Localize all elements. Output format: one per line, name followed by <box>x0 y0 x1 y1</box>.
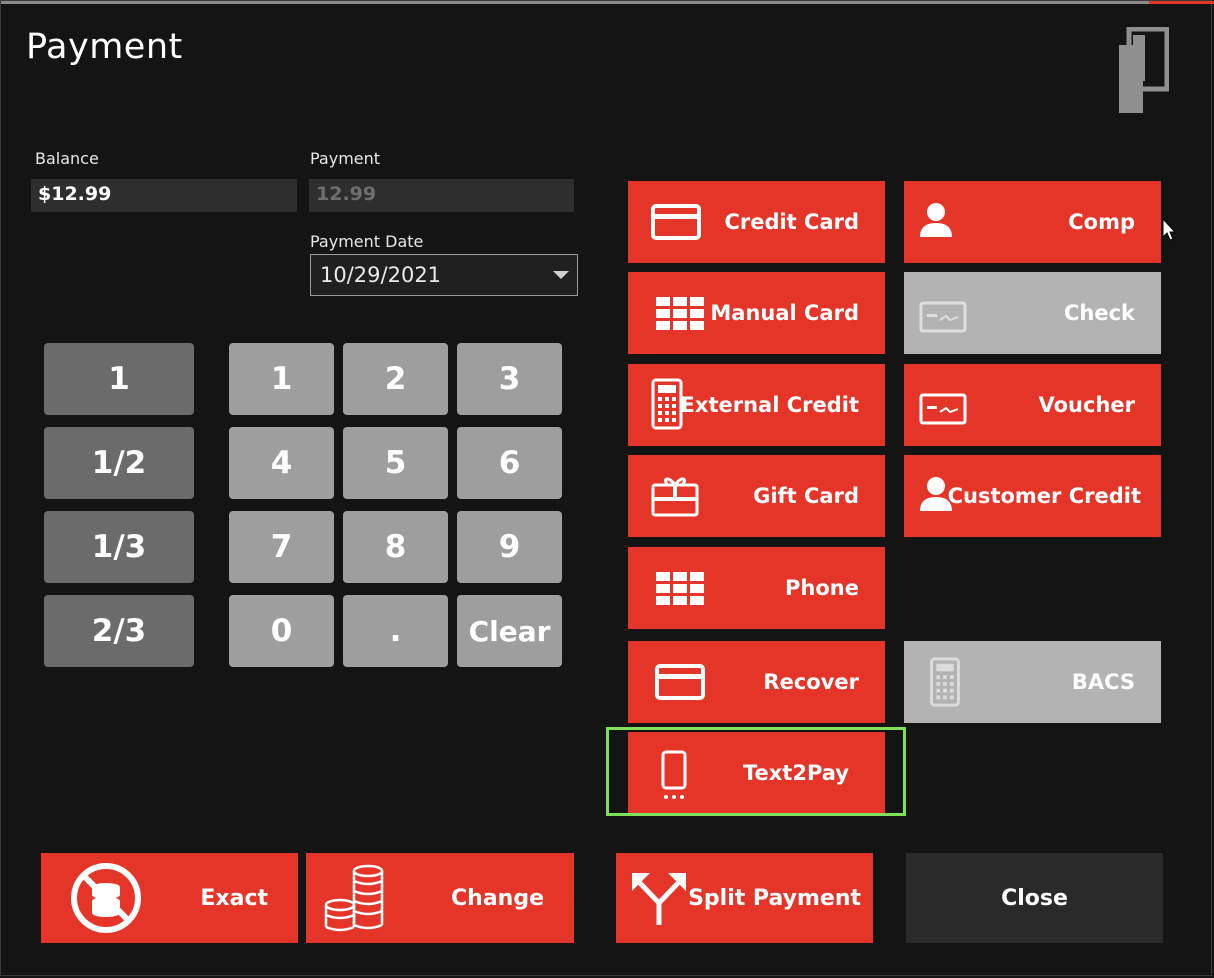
split-payment-label: Split Payment <box>688 885 861 911</box>
exact-button[interactable]: Exact <box>41 853 298 943</box>
mobile-phone-icon <box>661 750 687 799</box>
split-arrow-icon <box>632 873 686 925</box>
change-label: Change <box>451 885 544 911</box>
fraction-key-1[interactable]: 1 <box>44 343 194 415</box>
calculator-icon <box>651 378 683 430</box>
customer-credit-label: Customer Credit <box>947 484 1141 508</box>
fraction-key-two-thirds[interactable]: 2/3 <box>44 595 194 667</box>
phone-button[interactable]: Phone <box>628 547 885 629</box>
check-icon <box>919 301 967 333</box>
mouse-cursor-icon <box>1162 218 1176 241</box>
credit-card-icon <box>655 664 705 700</box>
keypad-2[interactable]: 2 <box>343 343 448 415</box>
fraction-key-third[interactable]: 1/3 <box>44 511 194 583</box>
payment-date-value: 10/29/2021 <box>320 263 442 287</box>
balance-label: Balance <box>35 149 99 168</box>
calculator-icon <box>930 657 960 707</box>
text2pay-label: Text2Pay <box>742 761 849 785</box>
voucher-icon <box>919 393 967 425</box>
voucher-label: Voucher <box>1038 393 1135 417</box>
gift-card-label: Gift Card <box>753 484 859 508</box>
payment-date-label: Payment Date <box>310 232 424 251</box>
credit-card-button[interactable]: Credit Card <box>628 181 885 263</box>
balance-field: $12.99 <box>31 179 297 212</box>
window-top-border <box>1 1 1214 4</box>
keypad-1[interactable]: 1 <box>229 343 334 415</box>
external-credit-label: External Credit <box>680 393 859 417</box>
keypad-5[interactable]: 5 <box>343 427 448 499</box>
split-payment-button[interactable]: Split Payment <box>616 853 873 943</box>
chevron-down-icon[interactable] <box>553 271 569 279</box>
change-button[interactable]: Change <box>306 853 574 943</box>
bacs-label: BACS <box>1071 670 1135 694</box>
credit-card-icon <box>651 204 701 240</box>
keypad-3[interactable]: 3 <box>457 343 562 415</box>
card-reader-icon <box>1119 27 1169 113</box>
keypad-6[interactable]: 6 <box>457 427 562 499</box>
keypad-grid-icon <box>656 297 704 330</box>
person-icon <box>920 203 952 237</box>
payment-date-select[interactable]: 10/29/2021 <box>310 254 578 296</box>
payment-window: Payment Balance $12.99 Payment 12.99 Pay… <box>0 0 1214 976</box>
gift-card-icon <box>651 477 699 517</box>
comp-button[interactable]: Comp <box>904 181 1161 263</box>
keypad-clear[interactable]: Clear <box>457 595 562 667</box>
phone-label: Phone <box>785 576 859 600</box>
keypad-decimal[interactable]: . <box>343 595 448 667</box>
voucher-button[interactable]: Voucher <box>904 364 1161 446</box>
external-credit-button[interactable]: External Credit <box>628 364 885 446</box>
credit-card-label: Credit Card <box>724 210 859 234</box>
bacs-button[interactable]: BACS <box>904 641 1161 723</box>
customer-credit-button[interactable]: Customer Credit <box>904 455 1161 537</box>
window-close-strip[interactable] <box>1149 1 1214 4</box>
gift-card-button[interactable]: Gift Card <box>628 455 885 537</box>
comp-label: Comp <box>1068 210 1135 234</box>
keypad-7[interactable]: 7 <box>229 511 334 583</box>
payment-amount-input[interactable]: 12.99 <box>309 179 574 212</box>
payment-label: Payment <box>310 149 381 168</box>
keypad-8[interactable]: 8 <box>343 511 448 583</box>
no-coins-icon <box>71 863 141 933</box>
close-label: Close <box>1001 885 1068 911</box>
keypad-4[interactable]: 4 <box>229 427 334 499</box>
keypad-grid-icon <box>656 572 704 605</box>
exact-label: Exact <box>200 885 268 911</box>
coins-stack-icon <box>324 864 384 932</box>
fraction-key-half[interactable]: 1/2 <box>44 427 194 499</box>
close-button[interactable]: Close <box>906 853 1163 943</box>
keypad-0[interactable]: 0 <box>229 595 334 667</box>
check-label: Check <box>1063 301 1135 325</box>
page-title: Payment <box>26 27 183 67</box>
recover-label: Recover <box>763 670 859 694</box>
manual-card-label: Manual Card <box>710 301 859 325</box>
manual-card-button[interactable]: Manual Card <box>628 272 885 354</box>
recover-button[interactable]: Recover <box>628 641 885 723</box>
text2pay-button[interactable]: Text2Pay <box>628 732 885 814</box>
check-button[interactable]: Check <box>904 272 1161 354</box>
keypad-9[interactable]: 9 <box>457 511 562 583</box>
